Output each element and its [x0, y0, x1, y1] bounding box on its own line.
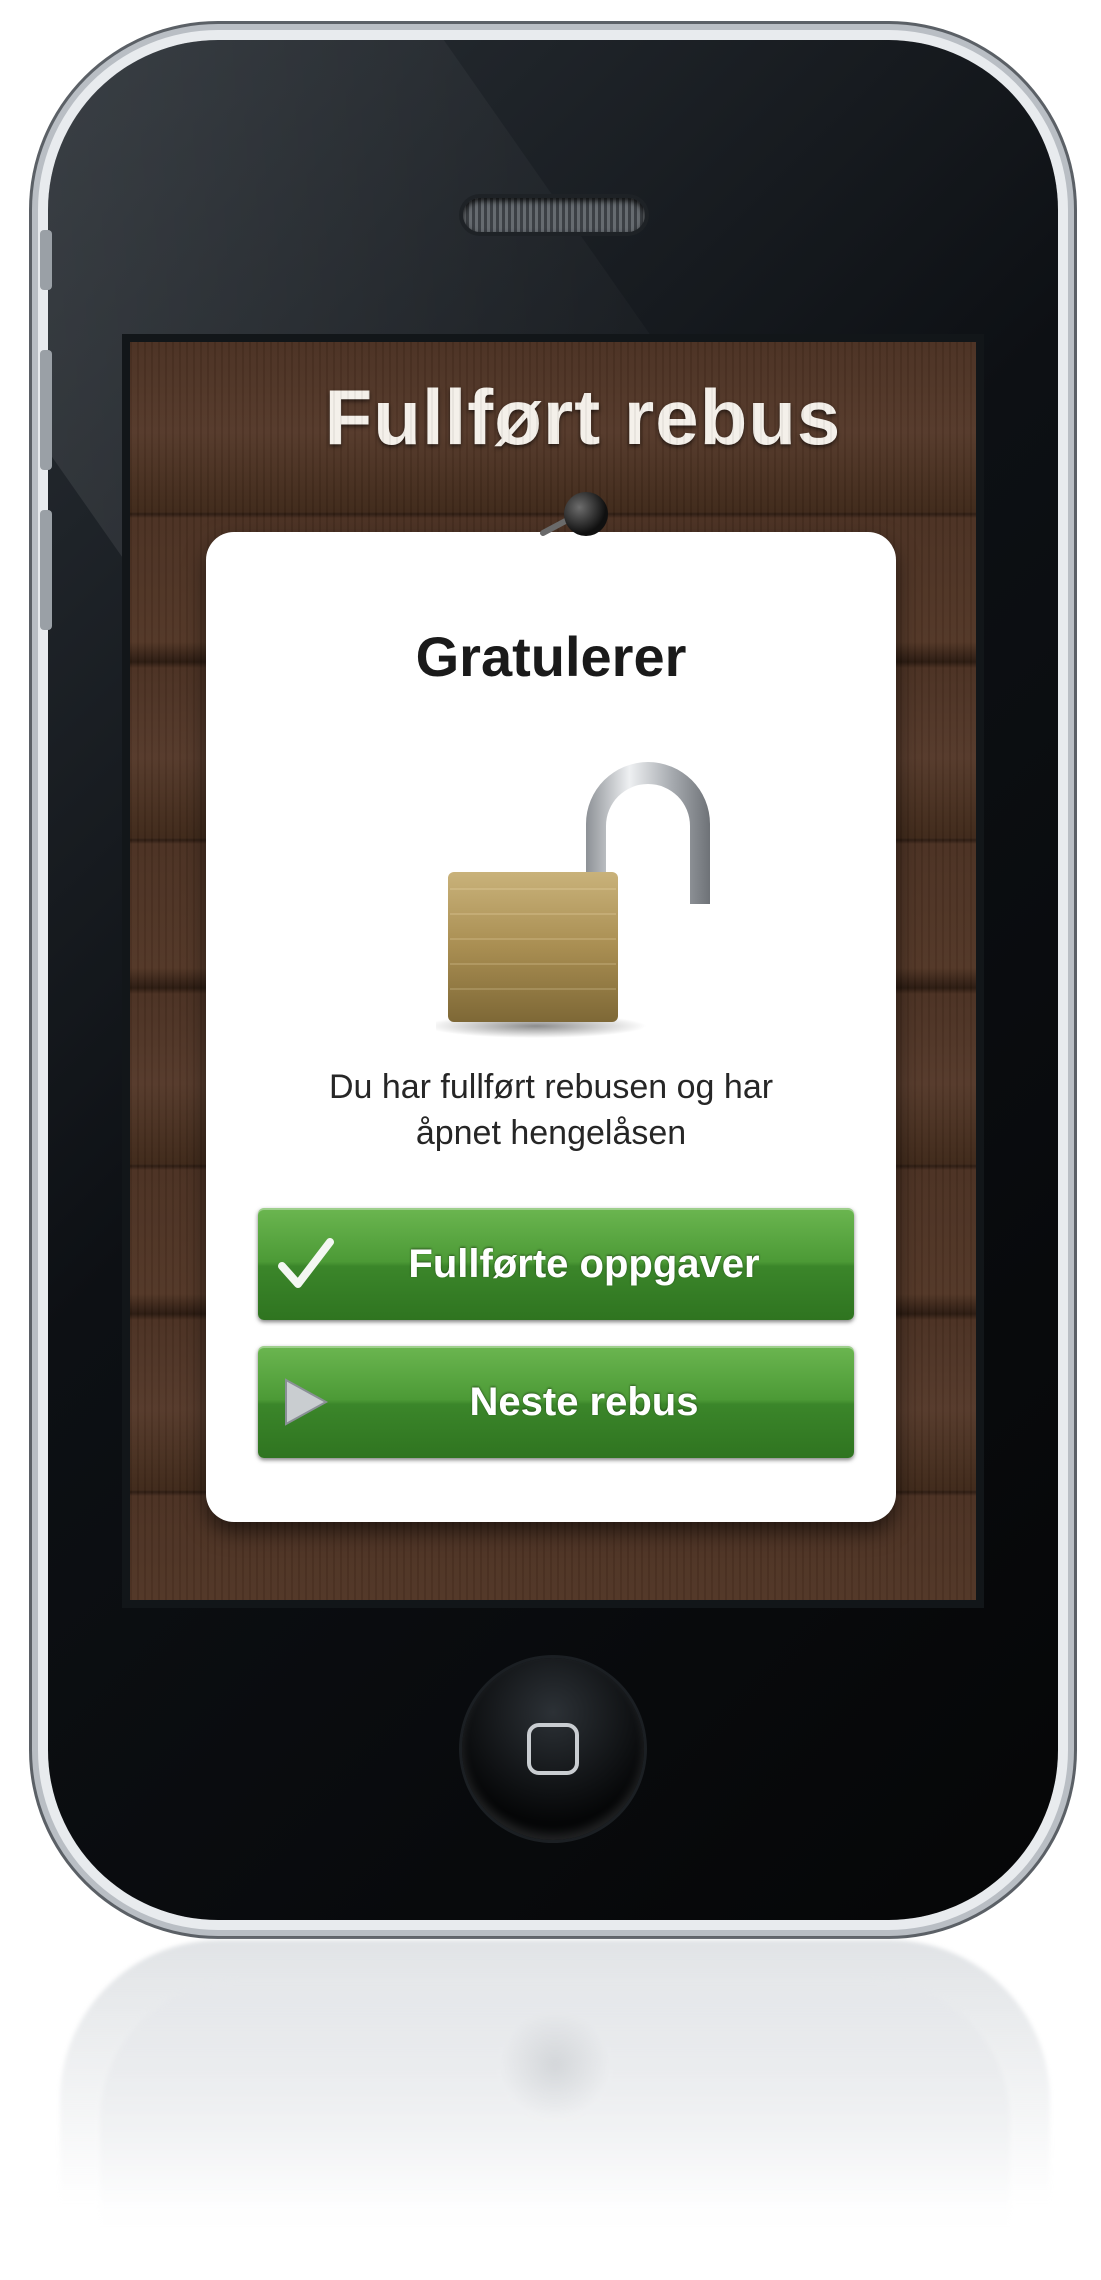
reflection-home-button — [500, 2010, 610, 2120]
phone-frame: Fullført rebus Gratulerer Du har fullfør… — [48, 40, 1058, 1920]
completed-tasks-button[interactable]: Fullførte oppgaver — [258, 1208, 854, 1320]
completed-tasks-label: Fullførte oppgaver — [408, 1241, 760, 1286]
app-screen: Fullført rebus Gratulerer Du har fullfør… — [130, 342, 976, 1600]
card-heading: Gratulerer — [415, 625, 687, 688]
home-square-icon — [527, 1723, 579, 1775]
next-rebus-button[interactable]: Neste rebus — [258, 1346, 854, 1458]
earpiece-speaker — [463, 198, 645, 232]
congratulations-card: Gratulerer Du har fullført rebusen og ha… — [206, 532, 896, 1522]
mute-switch[interactable] — [40, 230, 52, 290]
volume-up-button[interactable] — [40, 350, 52, 470]
open-padlock-icon — [436, 762, 710, 1038]
completion-message: Du har fullført rebusen og har åpnet hen… — [246, 1064, 856, 1156]
message-line-1: Du har fullført rebusen og har — [328, 1068, 774, 1106]
home-button[interactable] — [462, 1658, 644, 1840]
phone-reflection — [60, 1940, 1050, 2270]
play-arrow-icon — [258, 1346, 354, 1458]
volume-down-button[interactable] — [40, 510, 52, 630]
push-pin-icon — [564, 492, 608, 536]
screen-title: Fullført rebus — [324, 373, 842, 461]
message-line-2: åpnet hengelåsen — [415, 1114, 687, 1152]
next-rebus-label: Neste rebus — [469, 1379, 699, 1424]
checkmark-icon — [258, 1208, 354, 1320]
